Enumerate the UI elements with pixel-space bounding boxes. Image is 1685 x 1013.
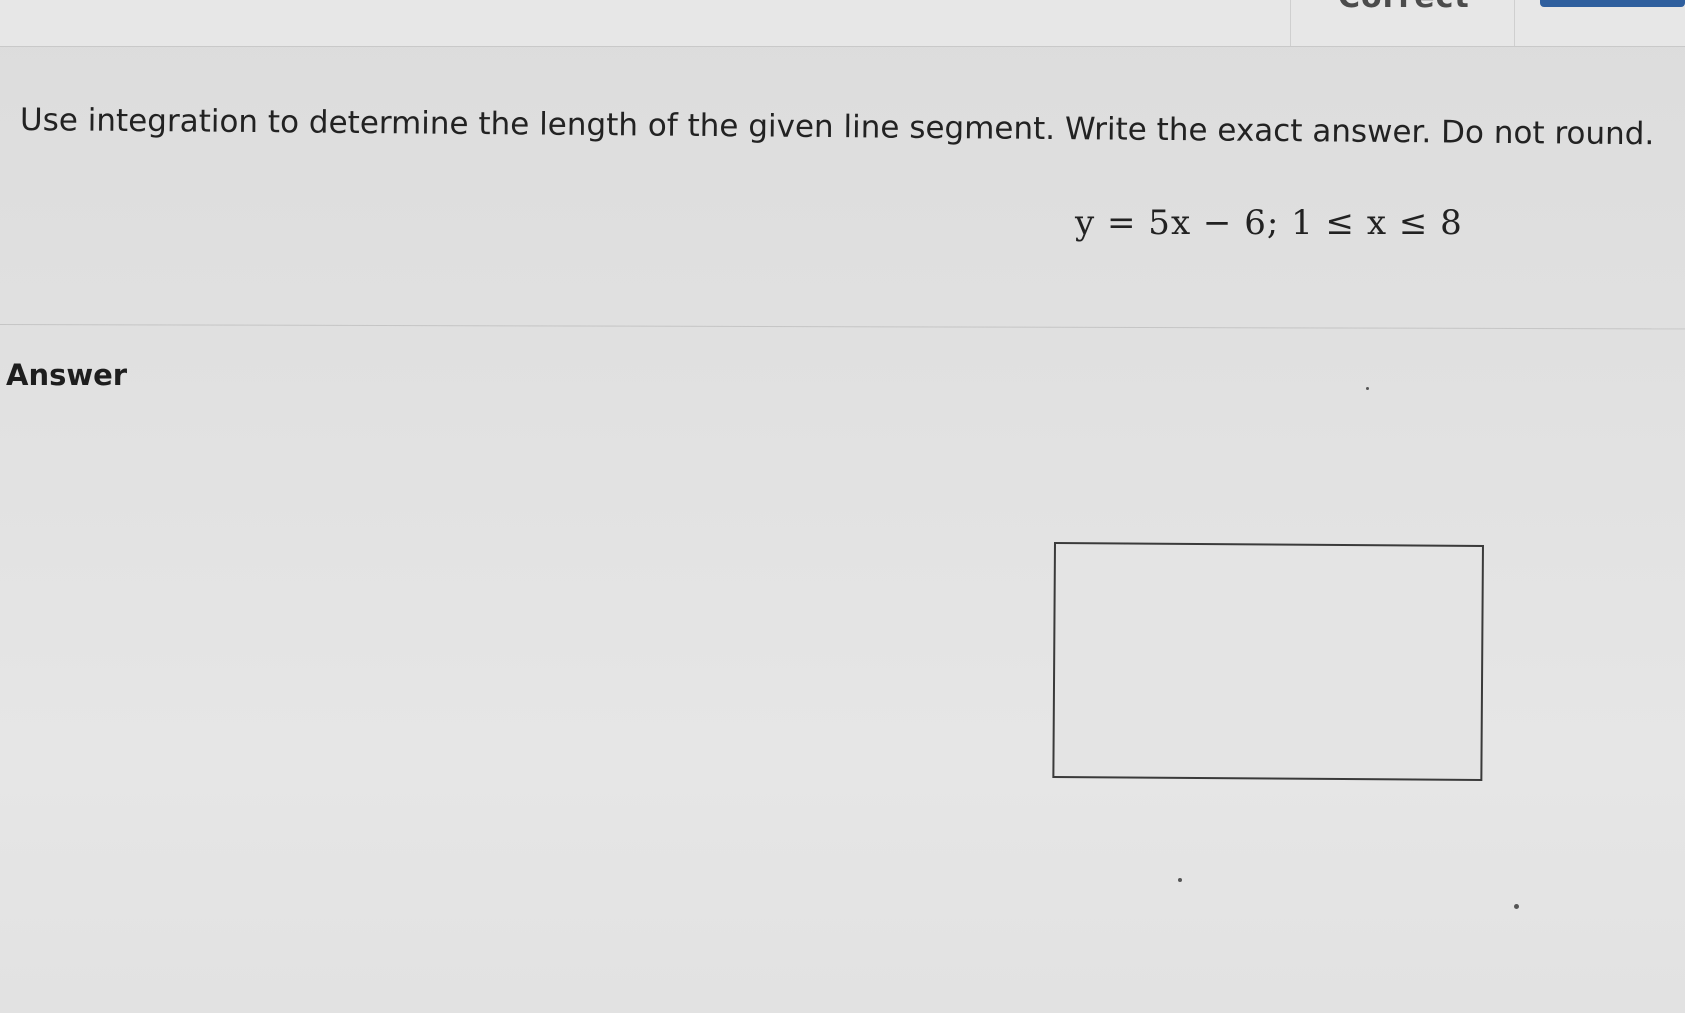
question-equation: y = 5x − 6; 1 ≤ x ≤ 8: [1075, 203, 1463, 243]
answer-input[interactable]: [1052, 542, 1484, 781]
toolbar-divider: [1514, 0, 1515, 46]
screen-speck: [1178, 878, 1182, 882]
status-text-correct: Correct: [1338, 0, 1470, 15]
page-background: Correct Use integration to determine the…: [0, 0, 1685, 1013]
answer-label: Answer: [6, 358, 128, 392]
section-divider: [0, 324, 1685, 330]
top-right-button[interactable]: [1540, 0, 1685, 7]
question-prompt: Use integration to determine the length …: [19, 102, 1655, 153]
screen-speck: [1514, 904, 1519, 909]
top-toolbar: Correct: [0, 0, 1685, 47]
toolbar-divider: [1290, 0, 1291, 46]
screen-speck: [1366, 387, 1369, 390]
